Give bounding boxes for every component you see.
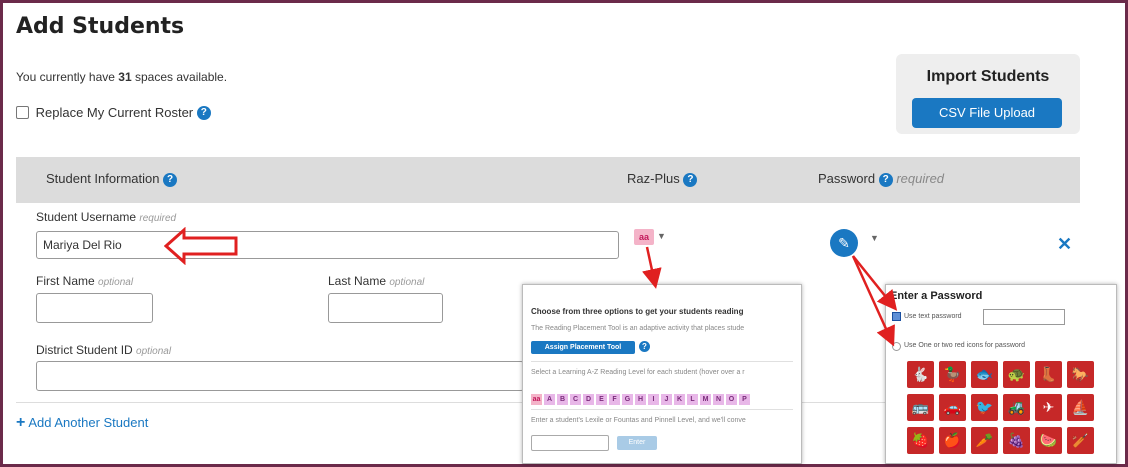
annotation-arrows [642, 246, 898, 347]
annotation-arrow-level [642, 246, 662, 289]
